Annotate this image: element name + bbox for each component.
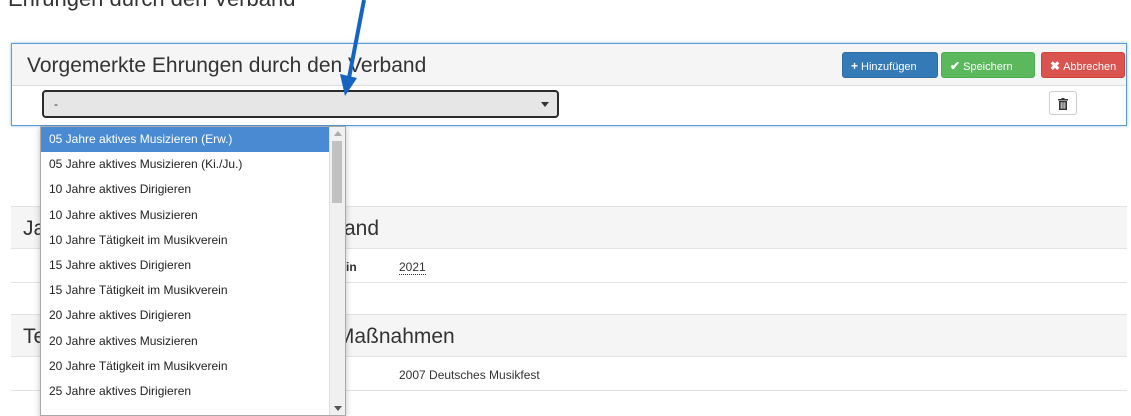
dropdown-option[interactable]: 25 Jahre aktives Dirigieren [41,379,331,404]
trash-icon [1058,97,1068,110]
panel-header: Vorgemerkte Ehrungen durch den Verband +… [12,44,1126,86]
close-icon: ✖ [1050,59,1061,73]
dropdown-option[interactable]: 20 Jahre aktives Dirigieren [41,303,331,328]
page-heading-cut: Ehrungen durch den Verband [8,0,295,12]
dropdown-option[interactable]: 05 Jahre aktives Musizieren (Ki./Ju.) [41,152,331,177]
save-button[interactable]: ✔ Speichern [941,52,1035,78]
section2-title-right: /Maßnahmen [331,325,455,348]
row-year-value[interactable]: 2021 [399,260,426,275]
dropdown-option[interactable]: 20 Jahre Tätigkeit im Musikverein [41,354,331,379]
row-event-value: 2007 Deutsches Musikfest [399,368,540,382]
scroll-thumb[interactable] [332,141,342,203]
dropdown-option[interactable]: 10 Jahre aktives Musizieren [41,203,331,228]
add-button[interactable]: + Hinzufügen [842,52,938,78]
dropdown-options: 05 Jahre aktives Musizieren (Erw.) 05 Jah… [41,127,345,404]
plus-icon: + [851,59,859,73]
section-title-right: and [344,217,380,240]
add-button-label: Hinzufügen [861,61,917,73]
dropdown-scrollbar[interactable] [329,127,345,415]
honors-panel: Vorgemerkte Ehrungen durch den Verband +… [11,43,1127,126]
check-icon: ✔ [950,59,961,73]
dropdown-option[interactable]: 15 Jahre aktives Dirigieren [41,253,331,278]
delete-button[interactable] [1049,91,1077,115]
scroll-up-icon[interactable] [334,131,342,136]
honor-dropdown-list[interactable]: 05 Jahre aktives Musizieren (Erw.) 05 Jah… [40,126,346,416]
cancel-button-label: Abbrechen [1063,61,1117,73]
cancel-button[interactable]: ✖ Abbrechen [1041,52,1125,78]
honor-select[interactable]: - [42,90,559,118]
dropdown-option[interactable]: 20 Jahre aktives Musizieren [41,329,331,354]
save-button-label: Speichern [963,61,1013,73]
dropdown-option[interactable]: 15 Jahre Tätigkeit im Musikverein [41,278,331,303]
dropdown-option[interactable]: 05 Jahre aktives Musizieren (Erw.) [41,127,331,153]
panel-title: Vorgemerkte Ehrungen durch den Verband [27,54,427,77]
dropdown-option[interactable]: 10 Jahre aktives Dirigieren [41,177,331,202]
scroll-down-icon[interactable] [334,406,342,411]
dropdown-option[interactable]: 10 Jahre Tätigkeit im Musikverein [41,228,331,253]
chevron-down-icon [541,102,549,107]
honor-select-value: - [54,97,58,111]
